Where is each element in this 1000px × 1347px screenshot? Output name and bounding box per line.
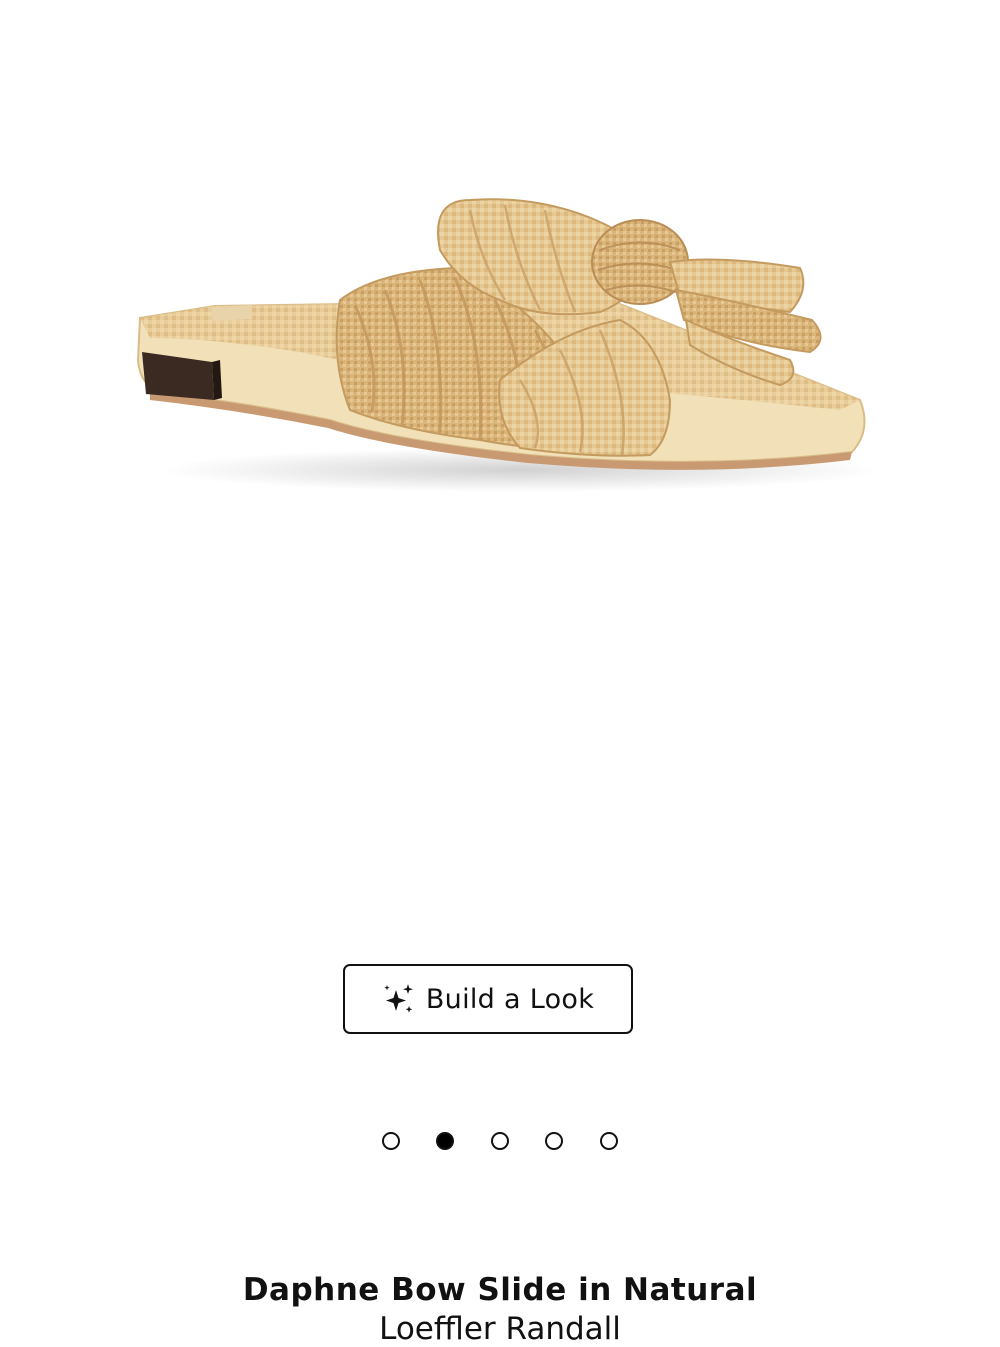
product-image[interactable] xyxy=(0,0,1000,930)
carousel-dot-1[interactable] xyxy=(382,1132,400,1150)
product-brand[interactable]: Loeffler Randall xyxy=(0,1311,1000,1347)
build-a-look-button[interactable]: Build a Look xyxy=(343,964,633,1034)
product-title: Daphne Bow Slide in Natural xyxy=(242,1272,758,1308)
sandal-illustration xyxy=(136,198,880,492)
build-a-look-label: Build a Look xyxy=(425,983,595,1015)
carousel-dot-5[interactable] xyxy=(600,1132,618,1150)
carousel-dot-3[interactable] xyxy=(491,1132,509,1150)
carousel-dot-4[interactable] xyxy=(545,1132,563,1150)
carousel-dot-2-active[interactable] xyxy=(436,1132,454,1150)
carousel-pagination xyxy=(0,1132,1000,1152)
sparkle-icon xyxy=(382,982,416,1016)
